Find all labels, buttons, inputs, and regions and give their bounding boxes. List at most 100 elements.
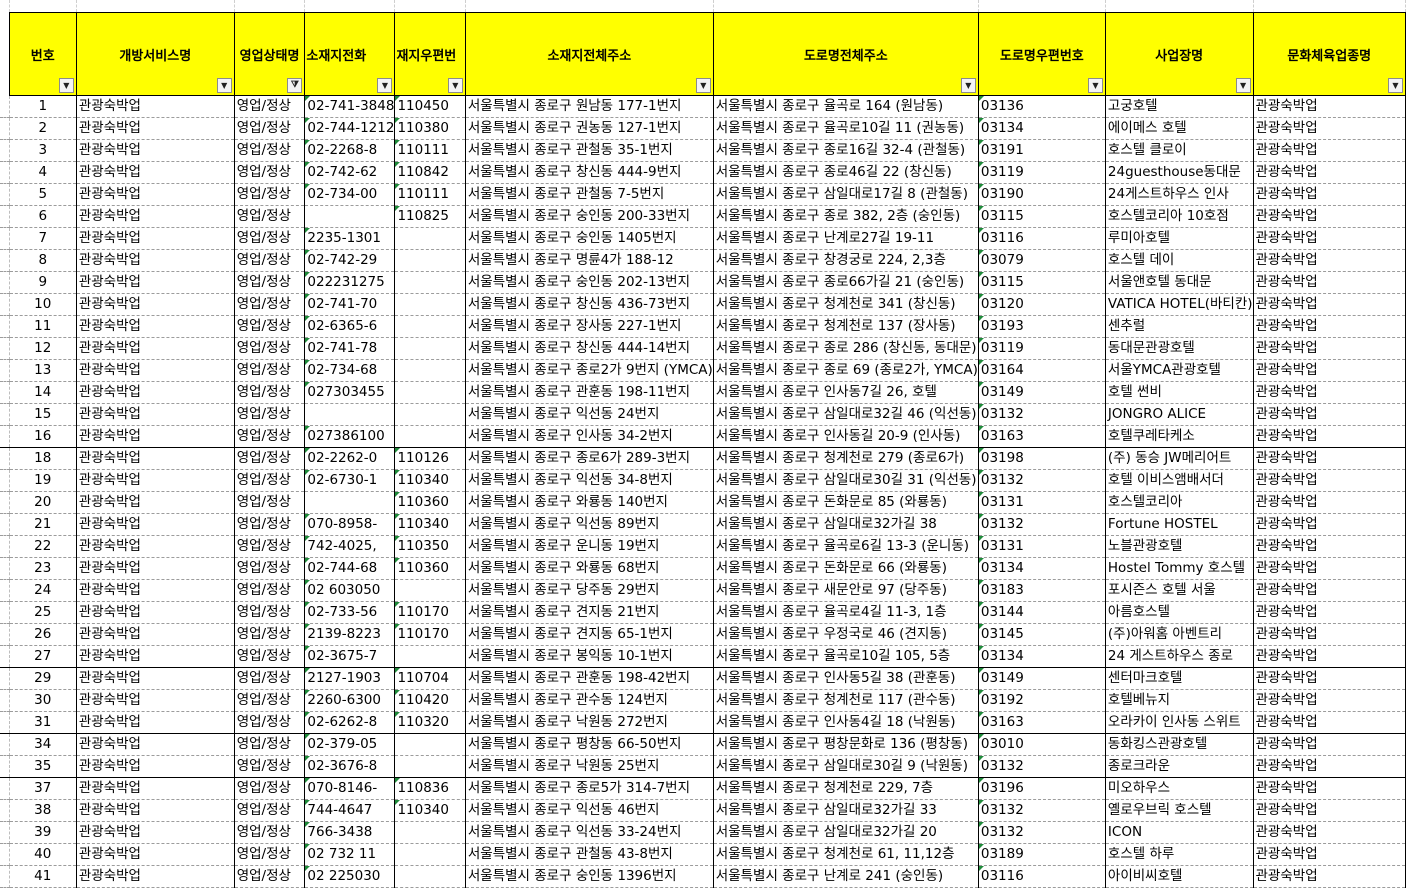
- column-header-category[interactable]: 문화체육업종명 ▼: [1252, 12, 1406, 96]
- cell-road-postal[interactable]: 03132: [978, 513, 1106, 536]
- cell-service-name[interactable]: 관광숙박업: [76, 447, 235, 470]
- cell-road-postal[interactable]: 03163: [978, 711, 1106, 734]
- cell-business-name[interactable]: 센터마크호텔: [1105, 667, 1254, 690]
- cell-number[interactable]: 34: [9, 733, 77, 756]
- cell-number[interactable]: 12: [9, 337, 77, 360]
- cell-status[interactable]: 영업/정상: [234, 227, 306, 250]
- cell-road-postal[interactable]: 03079: [978, 249, 1106, 272]
- cell-status[interactable]: 영업/정상: [234, 381, 306, 404]
- cell-road-postal[interactable]: 03145: [978, 623, 1106, 646]
- cell-lot-address[interactable]: 서울특별시 종로구 낙원동 272번지: [465, 711, 714, 734]
- cell-service-name[interactable]: 관광숙박업: [76, 227, 235, 250]
- cell-status[interactable]: 영업/정상: [234, 447, 306, 470]
- cell-service-name[interactable]: 관광숙박업: [76, 161, 235, 184]
- cell-status[interactable]: 영업/정상: [234, 359, 306, 382]
- cell-postal[interactable]: [394, 425, 466, 448]
- cell-business-name[interactable]: 노블관광호텔: [1105, 535, 1254, 558]
- cell-category[interactable]: 관광숙박업: [1253, 689, 1406, 712]
- cell-phone[interactable]: [304, 491, 396, 514]
- cell-service-name[interactable]: 관광숙박업: [76, 667, 235, 690]
- cell-postal[interactable]: [394, 315, 466, 338]
- cell-number[interactable]: 41: [9, 865, 77, 888]
- cell-number[interactable]: 2: [9, 117, 77, 140]
- cell-status[interactable]: 영업/정상: [234, 293, 306, 316]
- cell-status[interactable]: 영업/정상: [234, 579, 306, 602]
- cell-postal[interactable]: 110360: [394, 557, 466, 580]
- cell-business-name[interactable]: 서울YMCA관광호텔: [1105, 359, 1254, 382]
- cell-status[interactable]: 영업/정상: [234, 117, 306, 140]
- cell-phone[interactable]: 027386100: [304, 425, 396, 448]
- cell-number[interactable]: 27: [9, 645, 77, 668]
- cell-lot-address[interactable]: 서울특별시 종로구 종로5가 314-7번지: [465, 777, 714, 800]
- cell-phone[interactable]: 02-6262-8: [304, 711, 396, 734]
- cell-road-address[interactable]: 서울특별시 종로구 율곡로6길 13-3 (운니동): [713, 535, 979, 558]
- cell-road-address[interactable]: 서울특별시 종로구 종로 286 (창신동, 동대문): [713, 337, 979, 360]
- cell-category[interactable]: 관광숙박업: [1253, 359, 1406, 382]
- cell-road-postal[interactable]: 03132: [978, 403, 1106, 426]
- cell-status[interactable]: 영업/정상: [234, 711, 306, 734]
- cell-postal[interactable]: 110126: [394, 447, 466, 470]
- cell-status[interactable]: 영업/정상: [234, 623, 306, 646]
- dropdown-arrow-icon[interactable]: ▼: [1388, 78, 1403, 93]
- cell-lot-address[interactable]: 서울특별시 종로구 익선동 24번지: [465, 403, 714, 426]
- cell-number[interactable]: 15: [9, 403, 77, 426]
- cell-business-name[interactable]: 포시즌스 호텔 서울: [1105, 579, 1254, 602]
- cell-number[interactable]: 21: [9, 513, 77, 536]
- cell-lot-address[interactable]: 서울특별시 종로구 창신동 444-14번지: [465, 337, 714, 360]
- cell-postal[interactable]: 110111: [394, 183, 466, 206]
- cell-service-name[interactable]: 관광숙박업: [76, 315, 235, 338]
- cell-lot-address[interactable]: 서울특별시 종로구 관훈동 198-11번지: [465, 381, 714, 404]
- cell-phone[interactable]: 742-4025,: [304, 535, 396, 558]
- cell-category[interactable]: 관광숙박업: [1253, 535, 1406, 558]
- cell-category[interactable]: 관광숙박업: [1253, 315, 1406, 338]
- cell-phone[interactable]: 02-741-70: [304, 293, 396, 316]
- cell-phone[interactable]: 02-734-68: [304, 359, 396, 382]
- cell-lot-address[interactable]: 서울특별시 종로구 익선동 46번지: [465, 799, 714, 822]
- cell-number[interactable]: 5: [9, 183, 77, 206]
- cell-lot-address[interactable]: 서울특별시 종로구 관철동 35-1번지: [465, 139, 714, 162]
- dropdown-arrow-icon[interactable]: ▼: [960, 78, 976, 93]
- cell-phone[interactable]: 070-8146-: [304, 777, 396, 800]
- cell-lot-address[interactable]: 서울특별시 종로구 종로6가 289-3번지: [465, 447, 714, 470]
- cell-road-address[interactable]: 서울특별시 종로구 종로 382, 2층 (숭인동): [713, 205, 979, 228]
- cell-lot-address[interactable]: 서울특별시 종로구 원남동 177-1번지: [465, 95, 714, 118]
- cell-road-postal[interactable]: 03190: [978, 183, 1106, 206]
- cell-road-address[interactable]: 서울특별시 종로구 우정국로 46 (견지동): [713, 623, 979, 646]
- cell-business-name[interactable]: 호텔 이비스앰배서더: [1105, 469, 1254, 492]
- cell-road-postal[interactable]: 03120: [978, 293, 1106, 316]
- cell-category[interactable]: 관광숙박업: [1253, 293, 1406, 316]
- cell-road-postal[interactable]: 03115: [978, 205, 1106, 228]
- cell-postal[interactable]: [394, 403, 466, 426]
- cell-postal[interactable]: [394, 755, 466, 778]
- cell-status[interactable]: 영업/정상: [234, 777, 306, 800]
- cell-postal[interactable]: [394, 733, 466, 756]
- cell-business-name[interactable]: 호텔베뉴지: [1105, 689, 1254, 712]
- cell-road-postal[interactable]: 03131: [978, 491, 1106, 514]
- cell-road-address[interactable]: 서울특별시 종로구 평창문화로 136 (평창동): [713, 733, 979, 756]
- cell-status[interactable]: 영업/정상: [234, 205, 306, 228]
- cell-road-address[interactable]: 서울특별시 종로구 청계천로 341 (창신동): [713, 293, 979, 316]
- cell-status[interactable]: 영업/정상: [234, 183, 306, 206]
- cell-postal[interactable]: 110704: [394, 667, 466, 690]
- cell-business-name[interactable]: JONGRO ALICE: [1105, 403, 1254, 426]
- cell-road-address[interactable]: 서울특별시 종로구 삼일대로32가길 33: [713, 799, 979, 822]
- cell-category[interactable]: 관광숙박업: [1253, 161, 1406, 184]
- cell-service-name[interactable]: 관광숙박업: [76, 865, 235, 888]
- cell-postal[interactable]: 110170: [394, 601, 466, 624]
- cell-road-postal[interactable]: 03010: [978, 733, 1106, 756]
- cell-lot-address[interactable]: 서울특별시 종로구 창신동 444-9번지: [465, 161, 714, 184]
- cell-postal[interactable]: 110842: [394, 161, 466, 184]
- cell-status[interactable]: 영업/정상: [234, 535, 306, 558]
- column-header-postal[interactable]: 재지우편번 ▼: [394, 12, 466, 96]
- cell-road-address[interactable]: 서울특별시 종로구 난계로 241 (숭인동): [713, 865, 979, 888]
- cell-lot-address[interactable]: 서울특별시 종로구 명륜4가 188-12: [465, 249, 714, 272]
- cell-lot-address[interactable]: 서울특별시 종로구 평창동 66-50번지: [465, 733, 714, 756]
- cell-road-address[interactable]: 서울특별시 종로구 인사동5길 38 (관훈동): [713, 667, 979, 690]
- cell-service-name[interactable]: 관광숙박업: [76, 557, 235, 580]
- cell-postal[interactable]: [394, 271, 466, 294]
- cell-business-name[interactable]: 동대문관광호텔: [1105, 337, 1254, 360]
- cell-category[interactable]: 관광숙박업: [1253, 337, 1406, 360]
- cell-phone[interactable]: 744-4647: [304, 799, 396, 822]
- filter-funnel-icon[interactable]: ⧩: [287, 78, 303, 93]
- cell-road-address[interactable]: 서울특별시 종로구 청계천로 137 (장사동): [713, 315, 979, 338]
